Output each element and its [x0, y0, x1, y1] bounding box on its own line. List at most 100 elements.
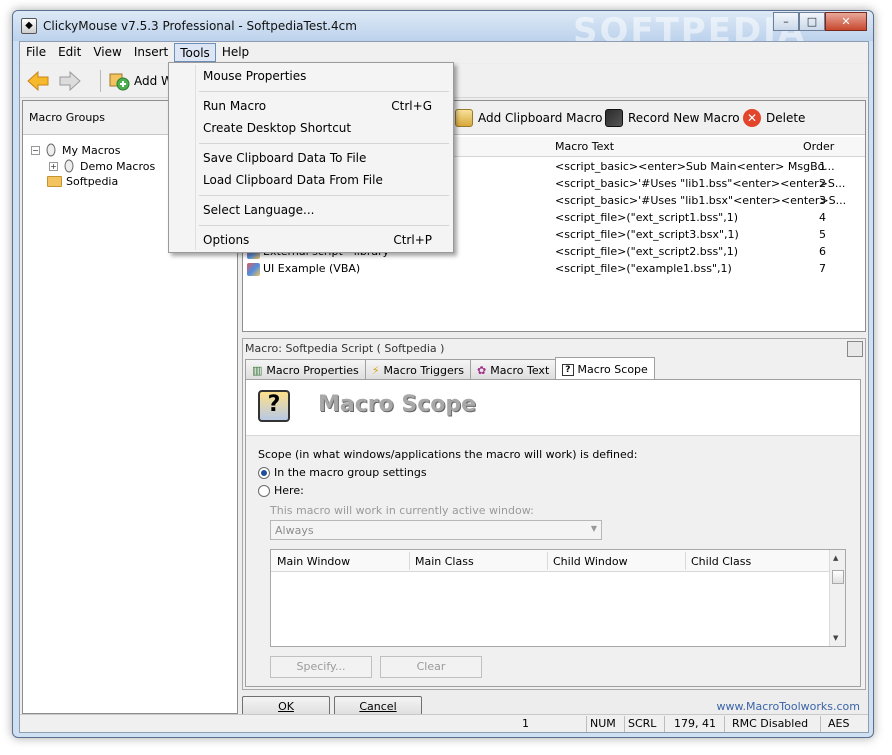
title-bar[interactable]: ◆ ClickyMouse v7.5.3 Professional - Soft…: [13, 11, 873, 51]
menu-item-load-clipboard[interactable]: Load Clipboard Data From File: [203, 173, 383, 187]
scroll-thumb[interactable]: [832, 570, 844, 584]
delete-button[interactable]: ✕ Delete: [743, 109, 805, 127]
window-scope-select[interactable]: Always ▼: [270, 520, 602, 540]
add-window-button[interactable]: Add Wi: [108, 71, 176, 91]
scope-window-grid: Main Window Main Class Child Window Chil…: [270, 549, 846, 647]
active-window-hint: This macro will work in currently active…: [270, 504, 534, 517]
record-new-macro-button[interactable]: Record New Macro: [605, 109, 740, 127]
column-separator: [409, 552, 410, 570]
radio-macro-group-settings[interactable]: In the macro group settings: [258, 466, 427, 479]
gear-icon: ✿: [477, 364, 487, 377]
column-macro-text[interactable]: Macro Text: [555, 140, 614, 153]
macro-text: <script_file>("ext_script1.bss",1): [555, 211, 739, 224]
macro-order: 3: [819, 194, 826, 207]
column-child-class[interactable]: Child Class: [691, 555, 751, 568]
status-rmc: RMC Disabled: [732, 717, 809, 730]
minimize-button[interactable]: –: [773, 12, 799, 31]
add-macro-icon: [109, 73, 130, 91]
menu-item-run-macro[interactable]: Run Macro: [203, 99, 266, 113]
properties-icon: ▥: [252, 364, 263, 377]
macro-panel: Macro: Softpedia Script ( Softpedia ) ▥ …: [242, 338, 866, 690]
lightning-icon: ⚡: [371, 364, 380, 377]
tab-macro-text[interactable]: ✿ Macro Text: [470, 359, 557, 379]
tab-macro-triggers[interactable]: ⚡ Macro Triggers: [364, 359, 471, 379]
specify-button[interactable]: Specify...: [270, 656, 372, 678]
menu-insert[interactable]: Insert: [128, 42, 174, 63]
status-count: 1: [522, 717, 529, 730]
tree-item-softpedia[interactable]: Softpedia: [47, 175, 119, 188]
maximize-button[interactable]: □: [799, 12, 825, 31]
menu-tools[interactable]: Tools: [174, 43, 216, 62]
menu-item-save-clipboard[interactable]: Save Clipboard Data To File: [203, 151, 366, 165]
macro-text: <script_file>("example1.bss",1): [555, 262, 732, 275]
clapperboard-icon: [605, 109, 623, 127]
delete-label: Delete: [766, 111, 806, 125]
close-button[interactable]: ✕: [825, 12, 867, 31]
scope-icon: ?: [562, 363, 574, 376]
add-clipboard-macro-button[interactable]: Add Clipboard Macro: [455, 109, 603, 127]
status-separator: [586, 716, 587, 732]
clear-button[interactable]: Clear: [380, 656, 482, 678]
tree-item-demo-macros[interactable]: + Demo Macros: [49, 159, 155, 173]
radio-checked-icon[interactable]: [258, 466, 270, 479]
record-new-label: Record New Macro: [628, 111, 740, 125]
back-arrow-icon[interactable]: [26, 70, 50, 92]
menu-bar: File Edit View Insert Tools Help: [20, 42, 868, 63]
run-macro-shortcut: Ctrl+G: [391, 99, 432, 113]
menu-item-create-desktop-shortcut[interactable]: Create Desktop Shortcut: [203, 121, 351, 135]
forward-arrow-icon[interactable]: [58, 70, 82, 92]
scope-header: ? Macro Scope: [246, 380, 860, 436]
column-main-class[interactable]: Main Class: [415, 555, 474, 568]
add-clipboard-label: Add Clipboard Macro: [478, 111, 603, 125]
radio-icon[interactable]: [258, 484, 270, 497]
panel-toggle-icon[interactable]: [847, 341, 863, 357]
scroll-down-icon[interactable]: ▼: [833, 634, 838, 642]
radio-here[interactable]: Here:: [258, 484, 304, 497]
mouse-icon: [46, 143, 56, 157]
delete-icon: ✕: [743, 109, 761, 127]
grid-scrollbar[interactable]: ▲ ▼: [829, 550, 845, 646]
macro-row[interactable]: UI Example (VBA) <script_file>("example1…: [243, 261, 843, 278]
menu-file[interactable]: File: [20, 42, 52, 63]
macro-text: <script_basic>'#Uses "lib1.bsx"<enter><e…: [555, 194, 847, 207]
menu-edit[interactable]: Edit: [52, 42, 87, 63]
menu-separator: [199, 91, 449, 92]
macro-order: 7: [819, 262, 826, 275]
macro-panel-caption: Macro: Softpedia Script ( Softpedia ): [245, 342, 445, 355]
menu-gutter: [195, 65, 196, 250]
window-title: ClickyMouse v7.5.3 Professional - Softpe…: [43, 19, 357, 33]
tree-item-my-macros[interactable]: − My Macros: [31, 143, 121, 157]
column-main-window[interactable]: Main Window: [277, 555, 350, 568]
status-separator: [820, 716, 821, 732]
macro-scope-panel: ? Macro Scope Scope (in what windows/app…: [245, 379, 861, 687]
column-separator: [547, 552, 548, 570]
column-order[interactable]: Order: [803, 140, 834, 153]
app-icon: ◆: [21, 18, 37, 34]
menu-item-select-language[interactable]: Select Language...: [203, 203, 315, 217]
website-link[interactable]: www.MacroToolworks.com: [717, 700, 860, 713]
tab-label: Macro Properties: [266, 364, 359, 377]
caption-buttons: – □ ✕: [773, 12, 867, 31]
collapse-icon[interactable]: −: [31, 145, 40, 155]
tree-label: Softpedia: [66, 175, 119, 188]
select-value: Always: [275, 524, 314, 537]
expand-icon[interactable]: +: [49, 161, 58, 171]
macro-text: <script_basic><enter>Sub Main<enter> Msg…: [555, 160, 835, 173]
folder-icon: [47, 176, 62, 187]
scroll-up-icon[interactable]: ▲: [833, 554, 838, 562]
menu-separator: [199, 225, 449, 226]
toolbar-separator: [100, 70, 101, 92]
tab-macro-scope[interactable]: ? Macro Scope: [555, 357, 655, 379]
column-child-window[interactable]: Child Window: [553, 555, 628, 568]
tree-label: Demo Macros: [80, 159, 156, 173]
menu-help[interactable]: Help: [216, 42, 255, 63]
tab-label: Macro Text: [490, 364, 550, 377]
menu-item-mouse-properties[interactable]: Mouse Properties: [203, 69, 306, 83]
menu-item-options[interactable]: Options: [203, 233, 249, 247]
macro-text: <script_basic>'#Uses "lib1.bss"<enter><e…: [555, 177, 846, 190]
tree-label: My Macros: [62, 143, 121, 157]
menu-view[interactable]: View: [87, 42, 127, 63]
tab-macro-properties[interactable]: ▥ Macro Properties: [245, 359, 366, 379]
column-separator: [685, 552, 686, 570]
macro-order: 5: [819, 228, 826, 241]
